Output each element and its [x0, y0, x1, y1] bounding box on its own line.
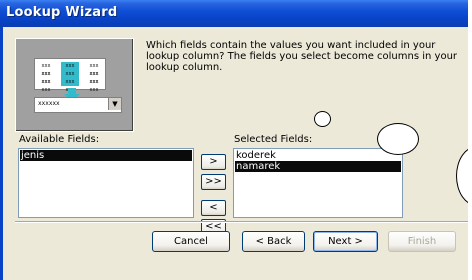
add-all-fields-button[interactable]: >>: [201, 174, 226, 190]
available-fields-label: Available Fields:: [19, 134, 100, 145]
window-title: Lookup Wizard: [6, 5, 118, 20]
finish-button[interactable]: Finish: [388, 231, 456, 252]
table-illustration-icon: xxx xxx xxx xxx xxx xxx xxx xxx xxx xxx …: [34, 58, 106, 93]
grid-cell: xxx xxx: [89, 63, 99, 77]
remove-field-button[interactable]: <: [201, 200, 226, 216]
grid-cell: xxx xxx: [41, 63, 51, 77]
grid-cell: xxx xxx: [89, 71, 99, 85]
annotation-circle: [314, 111, 331, 127]
annotation-circle: [456, 146, 468, 206]
available-fields-list[interactable]: jenis: [18, 148, 194, 218]
window-frame-left: [0, 27, 3, 280]
lookup-illustration: xxx xxx xxx xxx xxx xxx xxx xxx xxx xxx …: [15, 38, 134, 132]
cancel-button[interactable]: Cancel: [152, 231, 230, 252]
grid-cell-highlight: xxx xxx: [61, 78, 79, 93]
background-area: [468, 0, 472, 280]
selected-fields-list[interactable]: koderek namarek: [233, 148, 403, 218]
title-bar[interactable]: Lookup Wizard: [0, 0, 468, 27]
list-item[interactable]: jenis: [20, 150, 192, 161]
grid-cell-highlight: xxx xxx: [61, 62, 79, 77]
annotation-circle: [377, 123, 419, 155]
lookup-wizard-dialog: Lookup Wizard xxx xxx xxx xxx xxx xxx xx…: [0, 0, 468, 280]
combo-text: xxxxxx: [38, 100, 60, 107]
intro-description: Which fields contain the values you want…: [146, 40, 458, 73]
next-button[interactable]: Next >: [313, 231, 378, 252]
list-item[interactable]: namarek: [235, 161, 401, 172]
grid-cell: xxx xxx: [89, 79, 99, 93]
grid-cell: xxx xxx: [41, 79, 51, 93]
list-item[interactable]: koderek: [235, 150, 401, 161]
back-button[interactable]: < Back: [242, 231, 305, 252]
grid-cell-highlight: xxx xxx: [61, 70, 79, 85]
add-field-button[interactable]: >: [201, 154, 226, 170]
grid-cell: xxx xxx: [41, 71, 51, 85]
combo-box-illustration: xxxxxx ▼: [34, 97, 122, 113]
selected-fields-label: Selected Fields:: [234, 134, 313, 145]
button-separator: [15, 221, 468, 223]
chevron-down-icon: ▼: [108, 98, 121, 110]
